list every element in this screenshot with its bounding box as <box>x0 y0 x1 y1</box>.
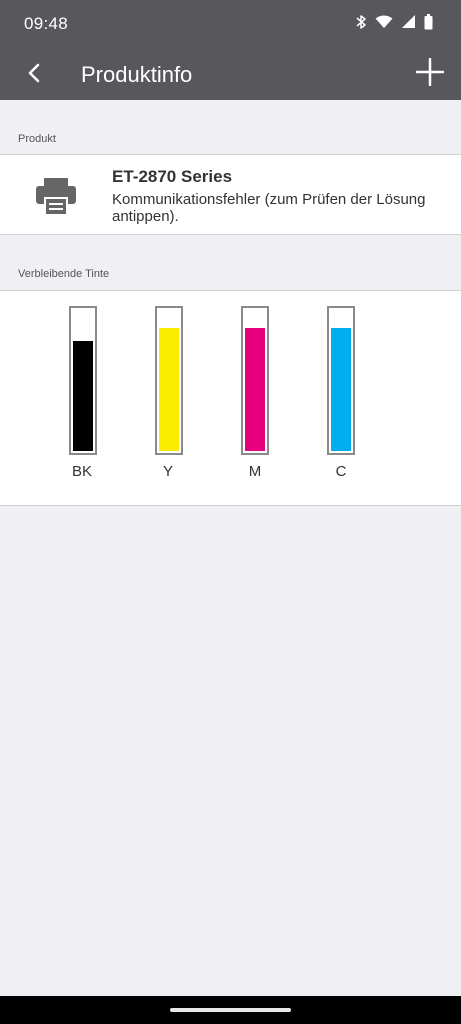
ink-fill-yellow <box>159 328 179 451</box>
product-status-message: Kommunikationsfehler (zum Prüfen der Lös… <box>112 191 426 225</box>
product-card[interactable]: ET-2870 Series Kommunikationsfehler (zum… <box>0 154 461 235</box>
ink-levels-panel: BK Y M C <box>0 290 461 506</box>
add-printer-button[interactable] <box>413 57 447 91</box>
ink-tank-magenta <box>241 306 269 455</box>
plus-icon <box>415 57 445 91</box>
ink-label-black: BK <box>71 463 92 480</box>
system-nav-bar <box>0 996 461 1024</box>
wifi-icon <box>375 15 393 34</box>
status-bar: 09:48 <box>0 0 461 50</box>
status-time: 09:48 <box>24 14 69 33</box>
home-gesture-handle[interactable] <box>170 1008 291 1012</box>
ink-tank-cyan <box>327 306 355 455</box>
printer-icon <box>36 176 76 216</box>
status-icons <box>355 13 433 35</box>
ink-fill-black <box>73 341 93 451</box>
product-name: ET-2870 Series <box>112 167 233 186</box>
ink-section-header: Verbleibende Tinte <box>18 268 110 280</box>
ink-tank-yellow <box>155 306 183 455</box>
battery-icon <box>424 13 433 35</box>
app-bar: Produktinfo <box>0 50 461 100</box>
product-section-header: Produkt <box>18 133 56 145</box>
bluetooth-icon <box>355 14 367 35</box>
ink-fill-magenta <box>245 328 265 451</box>
ink-label-yellow: Y <box>162 463 173 480</box>
ink-label-magenta: M <box>248 463 262 480</box>
ink-tank-black <box>69 306 97 455</box>
ink-fill-cyan <box>331 328 351 451</box>
cellular-signal-icon <box>401 14 416 34</box>
ink-label-cyan: C <box>335 463 347 480</box>
chevron-left-icon <box>26 62 42 89</box>
page-title: Produktinfo <box>81 62 193 87</box>
back-button[interactable] <box>18 59 50 91</box>
